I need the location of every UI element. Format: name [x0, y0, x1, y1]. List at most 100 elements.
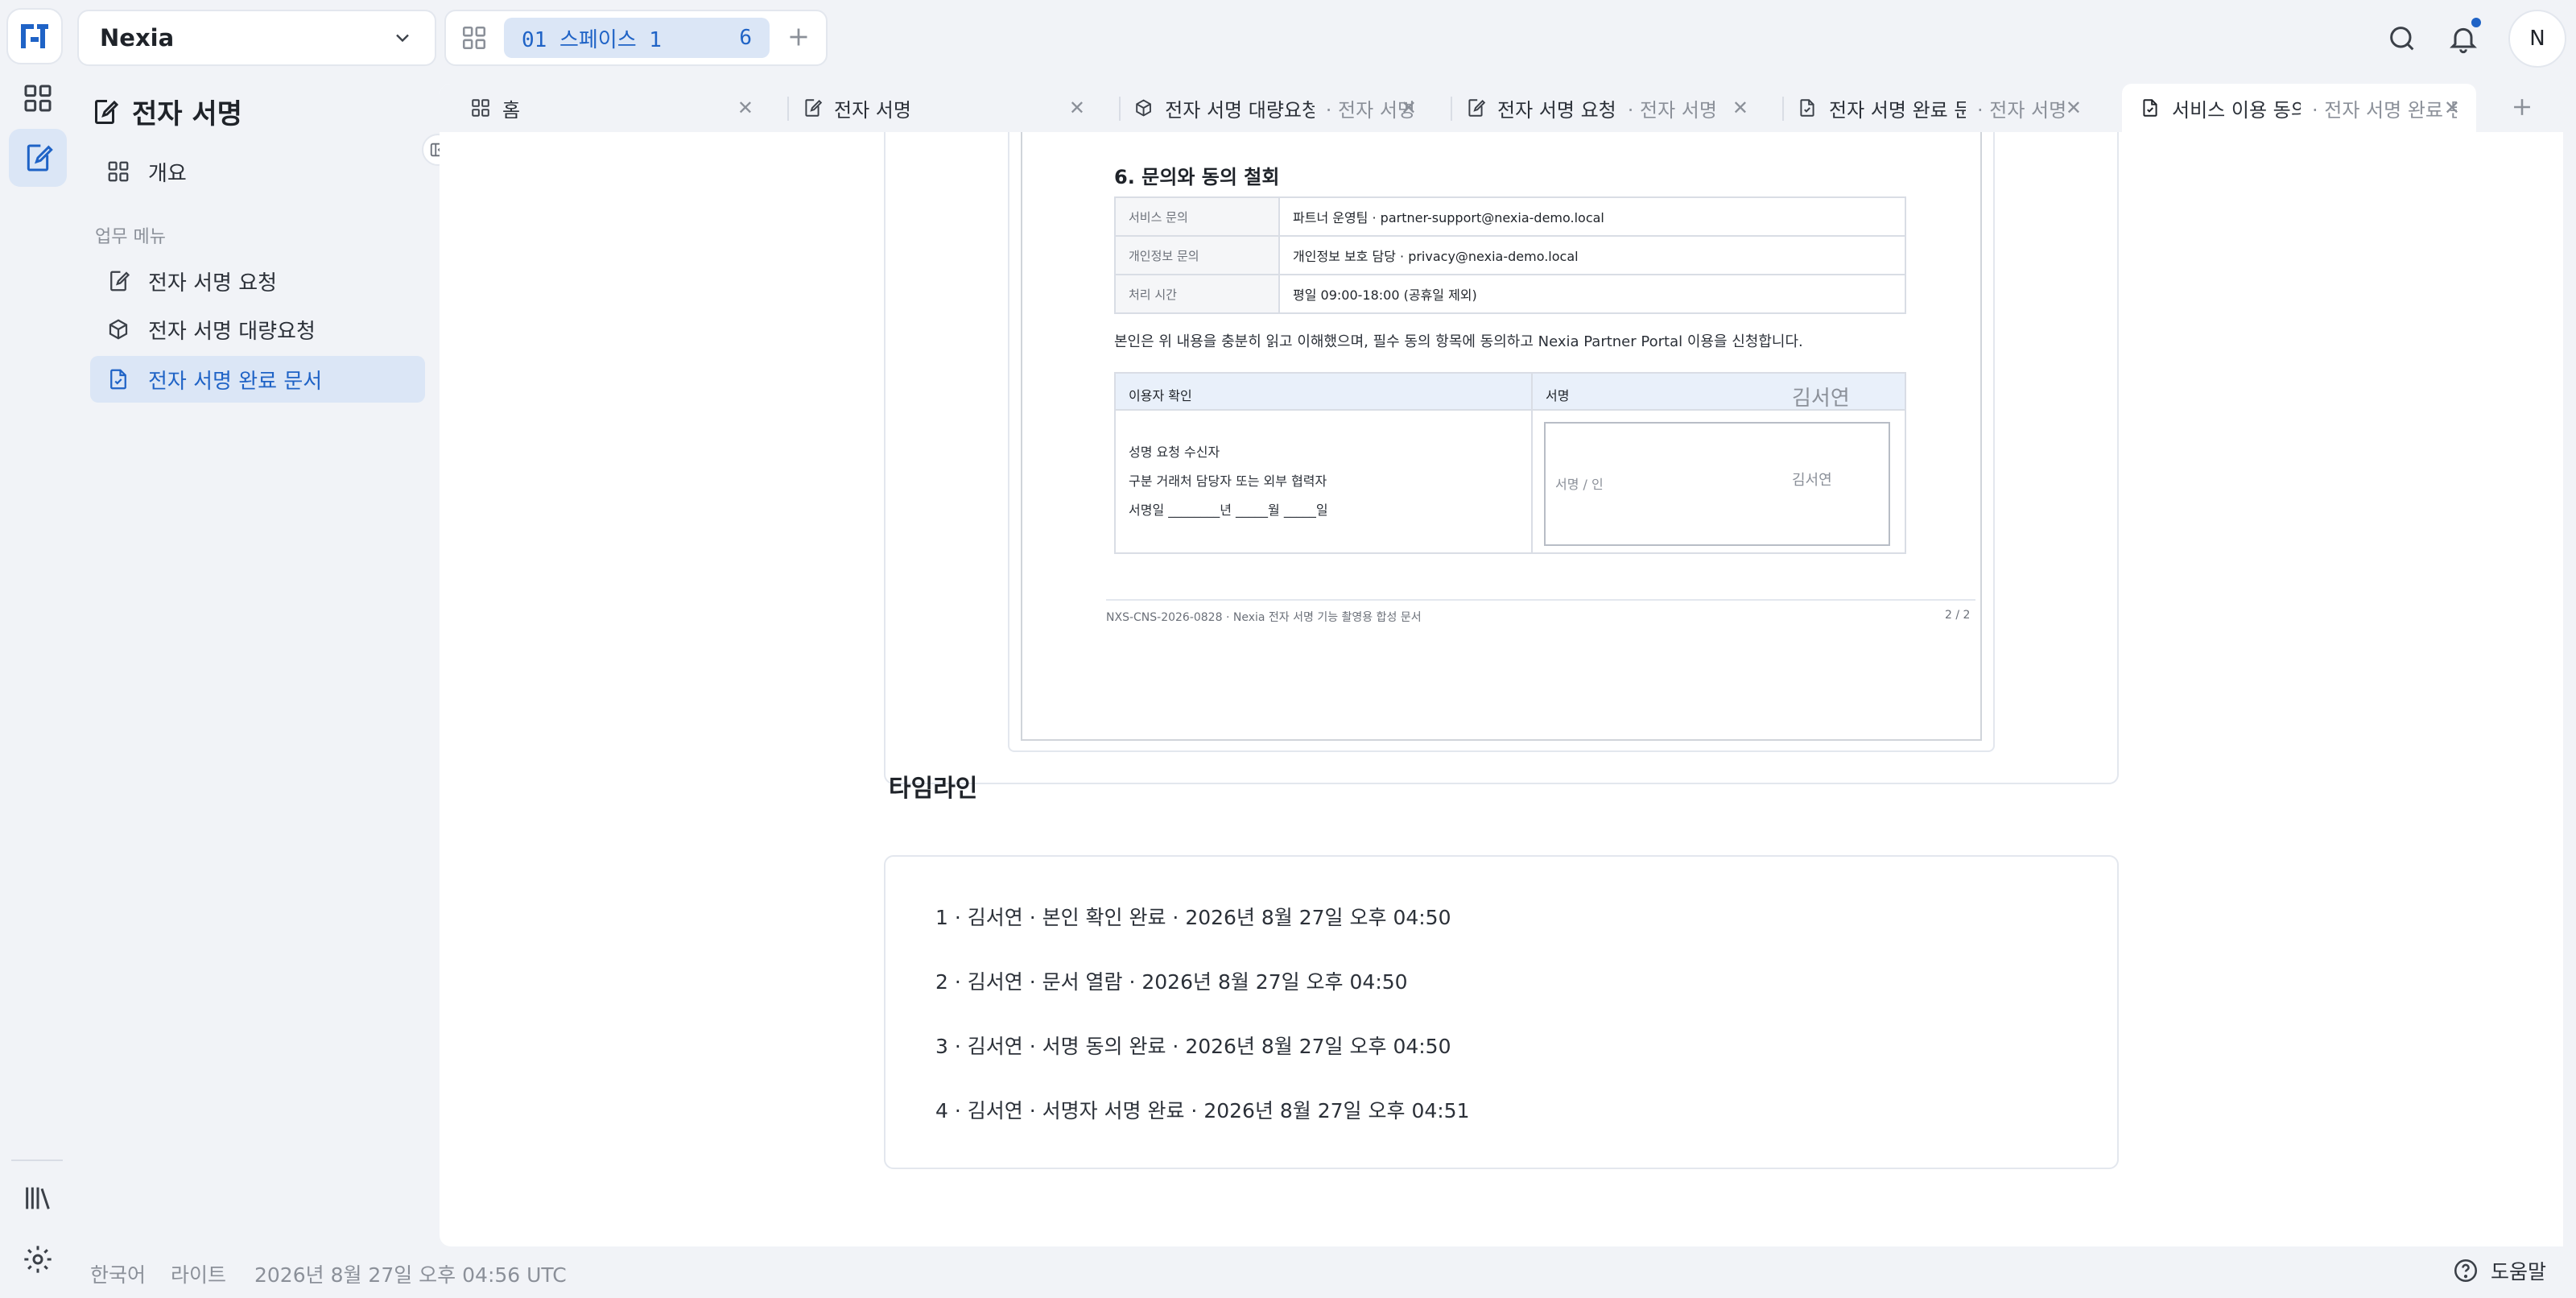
app-logo[interactable] — [6, 8, 63, 64]
tab-esign-bulk[interactable]: 전자 서명 대량요청 · 전자 서명 ✕ — [1103, 84, 1433, 132]
document-section-heading: 6. 문의와 동의 철회 — [1114, 166, 1280, 188]
signer-name-large: 김서연 — [1792, 387, 1850, 411]
space-grid-button[interactable] — [460, 24, 488, 55]
sign-doc-icon — [1468, 99, 1486, 117]
tab-service-consent[interactable]: 서비스 이용 동의서 · 전자 서명 완료 문 ✕ — [2122, 84, 2476, 132]
doc-check-icon — [2143, 99, 2157, 117]
help-label: 도움말 — [2491, 1260, 2547, 1284]
avatar-initial: N — [2529, 27, 2545, 51]
doc-check-icon — [110, 369, 126, 390]
workspace-select[interactable]: Nexia — [77, 10, 436, 66]
tab-home[interactable]: 홈 ✕ — [440, 84, 770, 132]
help-button[interactable]: 도움말 — [2452, 1256, 2546, 1285]
tab-title: 전자 서명 대량요청 — [1165, 98, 1315, 122]
close-icon[interactable]: ✕ — [1401, 97, 1417, 119]
gear-icon — [24, 1246, 52, 1273]
sidebar-item-overview[interactable]: 개요 — [90, 148, 425, 195]
tab-subtitle: · 전자 서명 — [1627, 98, 1717, 122]
box-icon — [1136, 99, 1151, 117]
tab-title: 홈 — [502, 98, 521, 122]
timeline-item: 2 · 김서연 · 문서 열람 · 2026년 8월 27일 오후 04:50 — [935, 970, 1408, 994]
search-button[interactable] — [2378, 14, 2426, 63]
table-row: 서비스 문의 파트너 운영팀 · partner-support@nexia-d… — [1114, 196, 1906, 237]
sign-doc-icon — [110, 271, 130, 291]
app-rail — [0, 0, 76, 1298]
sidebar-item-esign-bulk[interactable]: 전자 서명 대량요청 — [90, 306, 425, 353]
new-tab-button[interactable] — [2508, 93, 2536, 124]
rail-esign-button[interactable] — [9, 129, 67, 187]
timeline-item: 3 · 김서연 · 서명 동의 완료 · 2026년 8월 27일 오후 04:… — [935, 1035, 1451, 1058]
timeline-item: 1 · 김서연 · 본인 확인 완료 · 2026년 8월 27일 오후 04:… — [935, 906, 1451, 929]
sidebar-item-label: 전자 서명 요청 — [148, 271, 278, 296]
sidebar-item-label: 전자 서명 대량요청 — [148, 319, 316, 344]
add-space-button[interactable] — [784, 23, 813, 55]
tab-esign-request[interactable]: 전자 서명 요청 · 전자 서명 ✕ — [1435, 84, 1765, 132]
table-key: 개인정보 문의 — [1114, 235, 1280, 275]
doc-check-icon — [1800, 99, 1814, 117]
grid-icon — [24, 85, 52, 112]
sidebar-section-label: 업무 메뉴 — [95, 227, 166, 247]
tab-subtitle: · 전자 서명 완료 문 — [2312, 98, 2457, 122]
grid-icon — [108, 161, 129, 182]
tab-esign[interactable]: 전자 서명 ✕ — [771, 84, 1101, 132]
table-key: 처리 시간 — [1114, 274, 1280, 314]
timeline-title: 타임라인 — [889, 775, 978, 803]
language-selector[interactable]: 한국어 — [90, 1259, 146, 1288]
table-value: 평일 09:00-18:00 (공휴일 제외) — [1278, 274, 1906, 314]
sidebar-title: 전자 서명 — [90, 92, 242, 131]
table-row: 처리 시간 평일 09:00-18:00 (공휴일 제외) — [1114, 274, 1906, 314]
logo-icon — [21, 24, 48, 48]
tab-title: 전자 서명 완료 문 — [1829, 98, 1966, 122]
signer-header: 이용자 확인 — [1114, 372, 1533, 411]
table-value: 개인정보 보호 담당 · privacy@nexia-demo.local — [1278, 235, 1906, 275]
sidebar-item-esign-request[interactable]: 전자 서명 요청 — [90, 258, 425, 304]
main-panel: 홈 ✕ 전자 서명 ✕ 전자 서명 대량요청 · 전자 서명 ✕ 전자 서명 요… — [440, 84, 2563, 1246]
signature-header: 서명 — [1531, 372, 1906, 411]
tab-title: 전자 서명 요청 — [1497, 98, 1616, 122]
tab-bar: 홈 ✕ 전자 서명 ✕ 전자 서명 대량요청 · 전자 서명 ✕ 전자 서명 요… — [440, 84, 2563, 132]
theme-selector[interactable]: 라이트 — [171, 1259, 226, 1288]
sidebar-title-text: 전자 서명 — [132, 98, 242, 130]
contact-table: 서비스 문의 파트너 운영팀 · partner-support@nexia-d… — [1114, 196, 1906, 314]
close-icon[interactable]: ✕ — [1069, 97, 1085, 119]
rail-library-button[interactable] — [9, 1169, 67, 1227]
box-icon — [109, 319, 128, 340]
signature-field: 서명 / 인 — [1544, 422, 1890, 546]
close-icon[interactable]: ✕ — [2444, 97, 2460, 119]
table-key: 서비스 문의 — [1114, 196, 1280, 237]
close-icon[interactable]: ✕ — [1732, 97, 1748, 119]
consent-statement: 본인은 위 내용을 충분히 읽고 이해했으며, 필수 동의 항목에 동의하고 N… — [1114, 333, 1803, 350]
sign-doc-icon — [805, 99, 823, 117]
document-page-number: 2 / 2 — [1945, 609, 1971, 622]
sidebar-item-label: 개요 — [148, 161, 187, 186]
signature-divider — [1531, 409, 1533, 554]
signer-name-line: 성명 요청 수신자 — [1129, 444, 1220, 460]
plus-icon — [790, 28, 807, 46]
rail-settings-button[interactable] — [9, 1230, 67, 1288]
rail-divider — [11, 1160, 63, 1161]
search-icon — [2390, 27, 2414, 51]
space-tab-active[interactable]: 01 스페이스 1 6 — [504, 18, 770, 58]
notification-dot — [2470, 16, 2483, 29]
document-footer-divider — [1106, 599, 1975, 601]
chevron-down-icon — [396, 34, 409, 43]
table-value: 파트너 운영팀 · partner-support@nexia-demo.loc… — [1278, 196, 1906, 237]
signer-type-line: 구분 거래처 담당자 또는 외부 협력자 — [1129, 473, 1327, 489]
grid-icon — [462, 26, 486, 50]
help-icon — [2454, 1259, 2478, 1283]
tab-esign-completed[interactable]: 전자 서명 완료 문 · 전자 서명 ✕ — [1766, 84, 2098, 132]
close-icon[interactable]: ✕ — [2066, 97, 2082, 119]
sidebar-item-esign-completed[interactable]: 전자 서명 완료 문서 — [90, 356, 425, 403]
tab-title: 전자 서명 — [834, 98, 911, 122]
rail-apps-button[interactable] — [9, 69, 67, 127]
close-icon[interactable]: ✕ — [737, 97, 753, 119]
timeline-item: 4 · 김서연 · 서명자 서명 완료 · 2026년 8월 27일 오후 04… — [935, 1099, 1470, 1122]
library-icon — [26, 1187, 50, 1209]
status-datetime: 2026년 8월 27일 오후 04:56 UTC — [254, 1263, 567, 1287]
tab-subtitle: · 전자 서명 — [1977, 98, 2067, 122]
signature-date-line: 서명일 ________년 _____월 _____일 — [1129, 502, 1328, 518]
tab-title: 서비스 이용 동의서 — [2172, 98, 2301, 122]
document-footer-id: NXS-CNS-2026-0828 · Nexia 전자 서명 기능 촬영용 합… — [1106, 611, 1422, 624]
avatar[interactable]: N — [2508, 10, 2566, 68]
sign-doc-icon — [95, 99, 119, 124]
